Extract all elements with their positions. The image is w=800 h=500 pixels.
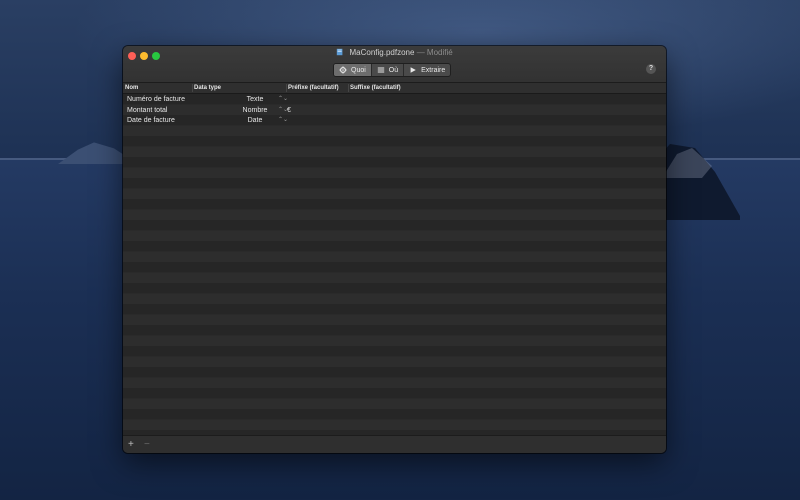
segment-ou[interactable]: Où — [372, 64, 405, 76]
help-button[interactable]: ? — [646, 64, 656, 74]
data-type-popup[interactable]: Nombre — [230, 106, 280, 115]
add-field-button[interactable]: + — [128, 439, 134, 451]
table-row[interactable]: Montant total Nombre ⌃⌄ € — [123, 105, 666, 116]
table-bottom-bar: + − — [123, 435, 666, 453]
segment-quoi-label: Quoi — [351, 66, 366, 74]
prefix-cell[interactable]: € — [287, 106, 291, 115]
app-window: MaConfig.pdfzone — Modifié Quoi Où Extra… — [123, 46, 666, 453]
column-divider[interactable] — [348, 84, 349, 92]
table-row[interactable]: Numéro de facture Texte ⌃⌄ — [123, 94, 666, 105]
field-name-cell[interactable]: Numéro de facture — [127, 95, 185, 104]
play-icon — [410, 67, 416, 73]
mode-segmented-control: Quoi Où Extraire — [333, 63, 452, 77]
column-header-nom[interactable]: Nom — [125, 84, 138, 92]
segment-ou-label: Où — [388, 66, 399, 74]
segment-quoi[interactable]: Quoi — [334, 64, 372, 76]
popup-chevrons-icon[interactable]: ⌃⌄ — [278, 116, 288, 125]
column-header-suffix[interactable]: Suffixe (facultatif) — [350, 84, 401, 92]
data-type-popup[interactable]: Texte — [230, 95, 280, 104]
list-icon — [377, 67, 384, 73]
window-filename: MaConfig.pdfzone — [349, 48, 415, 57]
document-icon — [337, 48, 343, 56]
segment-extraire[interactable]: Extraire — [404, 64, 450, 76]
window-title-separator: — — [416, 48, 425, 57]
column-divider[interactable] — [192, 84, 193, 92]
table-header: Nom Data type Préfixe (facultatif) Suffi… — [123, 83, 666, 94]
gear-icon — [339, 66, 347, 74]
column-header-data-type[interactable]: Data type — [194, 84, 221, 92]
table-row[interactable]: Date de facture Date ⌃⌄ — [123, 115, 666, 126]
field-name-cell[interactable]: Montant total — [127, 106, 167, 115]
title-bar[interactable]: MaConfig.pdfzone — Modifié Quoi Où Extra… — [123, 46, 666, 83]
window-status: Modifié — [426, 48, 453, 57]
column-divider[interactable] — [286, 84, 287, 92]
segment-extraire-label: Extraire — [421, 66, 446, 74]
popup-chevrons-icon[interactable]: ⌃⌄ — [278, 95, 288, 104]
data-type-popup[interactable]: Date — [230, 116, 280, 125]
column-header-prefix[interactable]: Préfixe (facultatif) — [288, 84, 339, 92]
remove-field-button[interactable]: − — [144, 439, 150, 451]
fields-table: Numéro de facture Texte ⌃⌄ Montant total… — [123, 94, 666, 435]
window-title: MaConfig.pdfzone — Modifié — [123, 47, 666, 59]
field-name-cell[interactable]: Date de facture — [127, 116, 175, 125]
